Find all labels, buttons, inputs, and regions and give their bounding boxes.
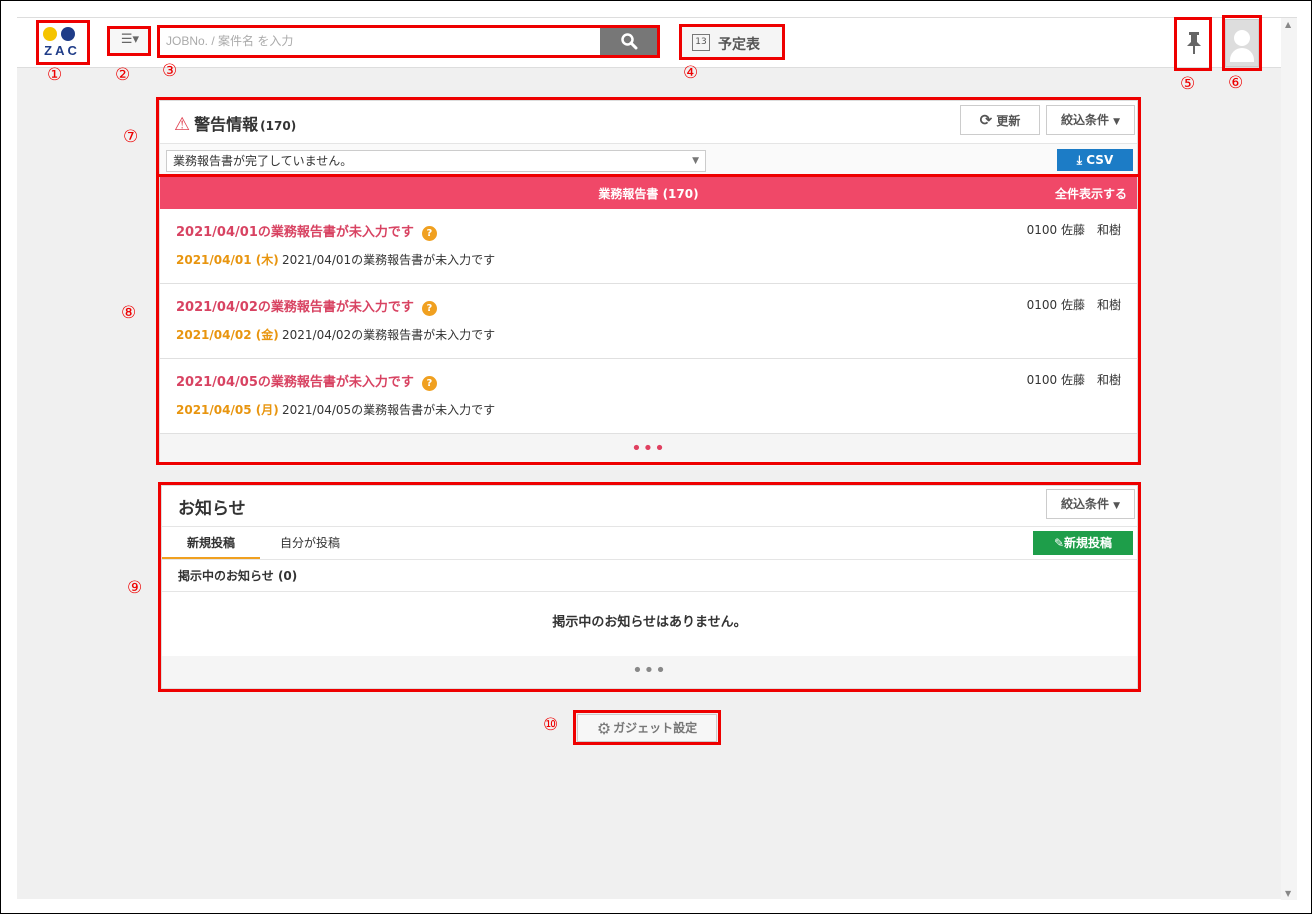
- annotation-box-3: [157, 25, 660, 58]
- annotation-number-1: ①: [47, 65, 63, 85]
- screenshot-frame: ▲ ▼ ZAC ☰▾ 13 予定表: [0, 0, 1312, 914]
- annotation-number-7: ⑦: [123, 127, 139, 147]
- annotation-number-2: ②: [115, 65, 131, 85]
- vertical-scrollbar[interactable]: ▲ ▼: [1281, 18, 1297, 900]
- annotation-box-10: [573, 710, 721, 745]
- annotation-box-9: [158, 482, 1141, 692]
- annotation-box-8: [156, 174, 1141, 465]
- scroll-up-icon[interactable]: ▲: [1285, 20, 1291, 29]
- annotation-number-6: ⑥: [1228, 73, 1244, 93]
- annotation-number-4: ④: [683, 63, 699, 83]
- annotation-box-6: [1222, 15, 1262, 71]
- annotation-number-3: ③: [162, 61, 178, 81]
- annotation-box-4: [679, 24, 785, 60]
- annotation-number-10: ⑩: [543, 715, 559, 735]
- annotation-number-8: ⑧: [121, 303, 137, 323]
- annotation-number-5: ⑤: [1180, 74, 1196, 94]
- annotation-box-2: [107, 26, 151, 56]
- annotation-box-7: [156, 97, 1141, 177]
- annotation-box-5: [1174, 17, 1212, 71]
- annotation-box-1: [36, 20, 90, 65]
- scroll-down-icon[interactable]: ▼: [1285, 889, 1291, 898]
- annotation-number-9: ⑨: [127, 578, 143, 598]
